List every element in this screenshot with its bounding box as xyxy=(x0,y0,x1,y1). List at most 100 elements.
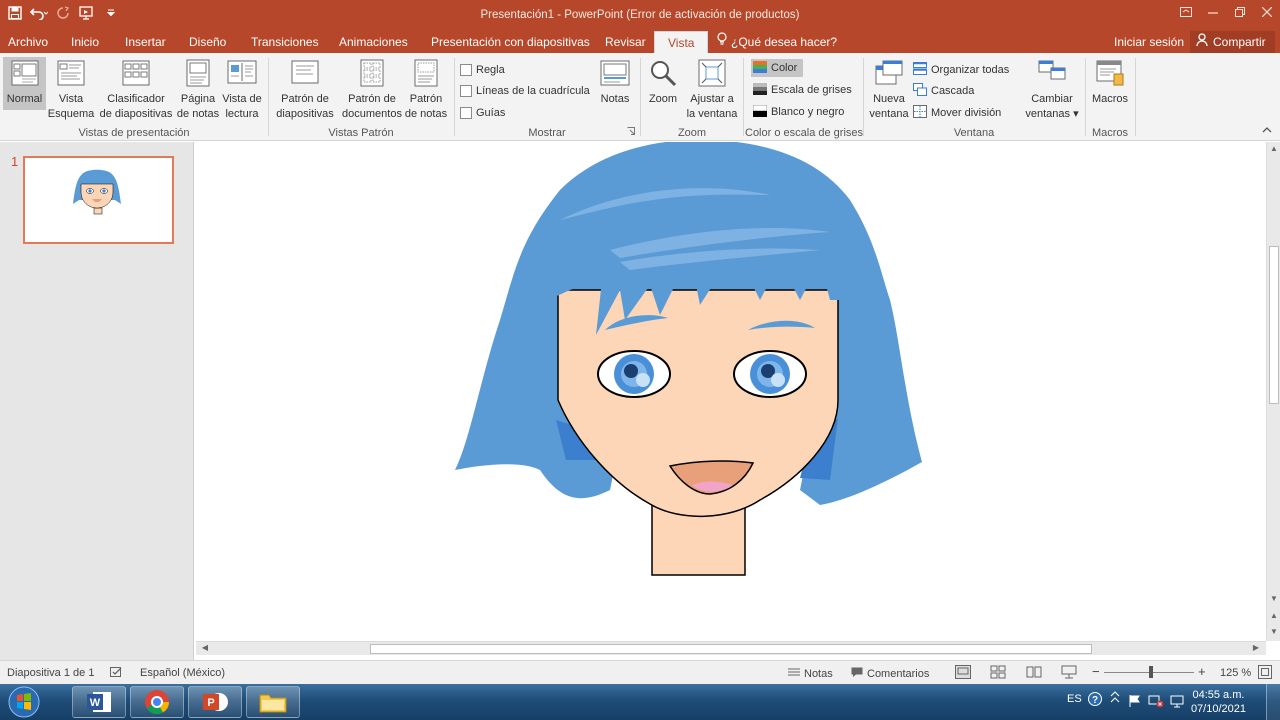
grayscale-swatch-icon xyxy=(753,82,767,98)
tab-inicio[interactable]: Inicio xyxy=(71,31,99,53)
tab-vista[interactable]: Vista xyxy=(654,31,709,53)
slide-sorter-button[interactable]: Clasificador de diapositivas xyxy=(97,57,175,122)
show-desktop-button[interactable] xyxy=(1266,684,1280,720)
group-label-window: Ventana xyxy=(953,127,995,139)
scroll-down-icon[interactable]: ▼ xyxy=(1268,594,1280,603)
ruler-checkbox[interactable]: Regla xyxy=(460,61,505,79)
slide-canvas[interactable] xyxy=(196,142,1266,641)
outline-view-label-2: Esquema xyxy=(47,108,95,120)
scroll-left-icon[interactable]: ◀ xyxy=(199,643,211,652)
ruler-check-box[interactable] xyxy=(460,64,472,76)
language-status[interactable]: Español (México) xyxy=(140,667,225,679)
gridlines-checkbox[interactable]: Líneas de la cuadrícula xyxy=(460,82,590,100)
notes-status-button[interactable]: Notas xyxy=(788,667,833,680)
taskbar-word[interactable]: W xyxy=(72,686,126,718)
fit-slide-status-icon[interactable] xyxy=(1258,665,1272,679)
slide-master-label-1: Patrón de xyxy=(281,93,329,105)
outline-view-icon xyxy=(55,57,87,89)
close-icon[interactable] xyxy=(1253,0,1280,24)
switch-windows-label-2: ventanas ▾ xyxy=(1025,108,1079,120)
scroll-right-icon[interactable]: ▶ xyxy=(1250,643,1262,652)
grayscale-button[interactable]: Escala de grises xyxy=(753,81,852,99)
tab-revisar[interactable]: Revisar xyxy=(605,31,646,53)
move-split-icon xyxy=(913,105,927,121)
next-slide-icon[interactable]: ▼ xyxy=(1268,627,1280,636)
minimize-icon[interactable] xyxy=(1199,0,1226,24)
outline-view-button[interactable]: Vista Esquema xyxy=(48,57,94,122)
dialog-launcher-icon[interactable] xyxy=(627,126,635,138)
slide-sorter-label-1: Clasificador xyxy=(107,93,165,105)
scroll-up-icon[interactable]: ▲ xyxy=(1268,144,1280,153)
tab-insertar[interactable]: Insertar xyxy=(125,31,166,53)
tab-archivo[interactable]: Archivo xyxy=(8,31,48,53)
new-window-label-1: Nueva xyxy=(873,93,905,105)
slideshow-status-icon[interactable] xyxy=(1061,665,1077,679)
help-icon[interactable]: ? xyxy=(1088,692,1102,709)
gridlines-check-box[interactable] xyxy=(460,85,472,97)
collapse-ribbon-icon[interactable] xyxy=(1262,124,1272,136)
restore-icon[interactable] xyxy=(1226,0,1253,24)
taskbar-powerpoint[interactable]: P xyxy=(188,686,242,718)
fit-to-window-button[interactable]: Ajustar a la ventana xyxy=(684,57,740,122)
left-eye-highlight xyxy=(636,373,650,387)
sorter-view-status-icon[interactable] xyxy=(990,665,1006,679)
tray-expand-icon[interactable] xyxy=(1110,690,1120,709)
move-split-button[interactable]: Mover división xyxy=(913,104,1001,122)
zoom-percent[interactable]: 125 % xyxy=(1220,667,1251,679)
normal-view-status-icon[interactable] xyxy=(955,665,971,679)
share-label: Compartir xyxy=(1213,35,1266,49)
start-button[interactable] xyxy=(6,686,42,718)
group-label-presentation-views: Vistas de presentación xyxy=(78,127,190,139)
slide-thumbnail[interactable] xyxy=(23,156,174,244)
guides-checkbox[interactable]: Guías xyxy=(460,104,505,122)
vertical-scrollbar[interactable]: ▲ ▼ ▲ ▼ xyxy=(1266,142,1280,641)
tab-transiciones[interactable]: Transiciones xyxy=(251,31,319,53)
reading-view-button[interactable]: Vista de lectura xyxy=(221,57,263,122)
zoom-slider-thumb[interactable] xyxy=(1149,666,1153,678)
reading-view-status-icon[interactable] xyxy=(1026,665,1042,679)
tab-diseno[interactable]: Diseño xyxy=(189,31,226,53)
notes-master-button[interactable]: Patrón de notas xyxy=(404,57,448,122)
zoom-button[interactable]: Zoom xyxy=(645,57,681,107)
zoom-in-icon[interactable]: + xyxy=(1198,664,1206,679)
network-warning-icon[interactable] xyxy=(1148,694,1164,711)
display-icon[interactable] xyxy=(1170,694,1186,711)
previous-slide-icon[interactable]: ▲ xyxy=(1268,611,1280,620)
zoom-out-icon[interactable]: − xyxy=(1092,664,1100,679)
separator xyxy=(743,58,744,136)
taskbar-explorer[interactable] xyxy=(246,686,300,718)
guides-check-box[interactable] xyxy=(460,107,472,119)
arrange-all-button[interactable]: Organizar todas xyxy=(913,61,1009,79)
sign-in-link[interactable]: Iniciar sesión xyxy=(1114,31,1184,53)
color-button[interactable]: Color xyxy=(751,59,804,77)
notes-toggle-button[interactable]: Notas xyxy=(597,57,633,107)
normal-view-button[interactable]: Normal xyxy=(3,57,46,110)
notes-page-button[interactable]: Página de notas xyxy=(177,57,219,122)
horizontal-scroll-thumb[interactable] xyxy=(370,644,1092,654)
black-white-button[interactable]: Blanco y negro xyxy=(752,103,844,121)
comments-status-button[interactable]: Comentarios xyxy=(851,667,929,681)
handout-master-label-2: documentos xyxy=(342,108,402,120)
new-window-button[interactable]: Nueva ventana xyxy=(868,57,910,122)
horizontal-scrollbar[interactable]: ◀ ▶ xyxy=(196,641,1266,655)
share-button[interactable]: Compartir xyxy=(1190,31,1275,53)
slide-editor[interactable] xyxy=(196,142,1266,641)
system-clock[interactable]: 04:55 a.m. 07/10/2021 xyxy=(1191,688,1246,716)
spelling-icon[interactable] xyxy=(110,667,124,679)
cascade-button[interactable]: Cascada xyxy=(913,82,974,100)
macros-button[interactable]: Macros xyxy=(1089,57,1131,107)
tab-animaciones[interactable]: Animaciones xyxy=(339,31,408,53)
vertical-scroll-thumb[interactable] xyxy=(1269,246,1279,404)
input-language[interactable]: ES xyxy=(1067,693,1082,705)
flag-icon[interactable] xyxy=(1128,694,1142,711)
tell-me-box[interactable]: ¿Qué desea hacer? xyxy=(717,31,837,53)
taskbar-chrome[interactable] xyxy=(130,686,184,718)
slide-sorter-label-2: de diapositivas xyxy=(99,108,173,120)
ribbon-display-options-icon[interactable] xyxy=(1172,0,1199,24)
handout-master-button[interactable]: Patrón de documentos xyxy=(340,57,404,122)
tab-presentacion[interactable]: Presentación con diapositivas xyxy=(431,31,590,53)
slide-master-button[interactable]: Patrón de diapositivas xyxy=(273,57,337,122)
slide-count: Diapositiva 1 de 1 xyxy=(7,667,95,679)
switch-windows-button[interactable]: Cambiar ventanas ▾ xyxy=(1023,57,1081,122)
svg-text:?: ? xyxy=(1092,695,1098,706)
